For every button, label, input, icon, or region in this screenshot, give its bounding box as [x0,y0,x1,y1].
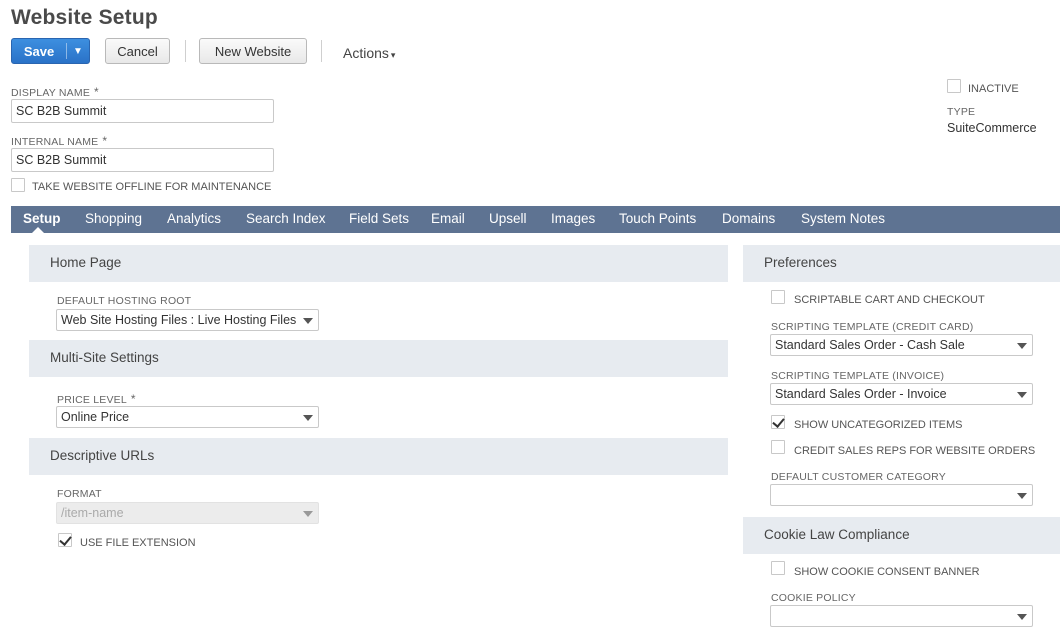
format-select: /item-name [56,502,319,524]
show-uncategorized-label: SHOW UNCATEGORIZED ITEMS [794,419,963,431]
save-dropdown-icon[interactable]: ▼ [67,46,89,57]
tab-field-sets[interactable]: Field Sets [349,211,409,226]
credit-sales-reps-label: CREDIT SALES REPS FOR WEBSITE ORDERS [794,445,1036,457]
use-file-extension-checkbox[interactable] [58,533,72,547]
toolbar-divider [321,40,322,62]
template-cc-select[interactable]: Standard Sales Order - Cash Sale [770,334,1033,356]
section-cookie-law[interactable]: Cookie Law Compliance [743,517,1060,554]
show-cookie-banner-checkbox[interactable] [771,561,785,575]
toolbar-divider [185,40,186,62]
dropdown-arrow-icon [303,511,313,517]
tab-touch-points[interactable]: Touch Points [619,211,696,226]
price-level-select[interactable]: Online Price [56,406,319,428]
tab-search-index[interactable]: Search Index [246,211,326,226]
dropdown-arrow-icon[interactable] [1017,493,1027,499]
caret-down-icon[interactable]: ▾ [391,50,396,60]
section-multi-site[interactable]: Multi-Site Settings [29,340,728,377]
scriptable-cart-checkbox[interactable] [771,290,785,304]
template-inv-label: SCRIPTING TEMPLATE (INVOICE) [771,370,945,382]
type-label: TYPE [947,106,976,118]
page-title: Website Setup [11,6,158,29]
tab-analytics[interactable]: Analytics [167,211,221,226]
template-inv-value: Standard Sales Order - Invoice [775,387,947,401]
show-cookie-banner-label: SHOW COOKIE CONSENT BANNER [794,566,980,578]
inactive-checkbox[interactable] [947,79,961,93]
price-level-label: PRICE LEVEL * [57,392,136,406]
actions-label[interactable]: Actions [343,45,389,61]
section-descriptive-urls[interactable]: Descriptive URLs [29,438,728,475]
display-name-label: DISPLAY NAME * [11,85,99,99]
cancel-button[interactable]: Cancel [105,38,170,64]
internal-name-label: INTERNAL NAME * [11,134,108,148]
credit-sales-reps-checkbox[interactable] [771,440,785,454]
hosting-root-select[interactable]: Web Site Hosting Files : Live Hosting Fi… [56,309,319,331]
tab-upsell[interactable]: Upsell [489,211,527,226]
offline-label: TAKE WEBSITE OFFLINE FOR MAINTENANCE [32,181,272,193]
hosting-root-value: Web Site Hosting Files : Live Hosting Fi… [61,313,297,327]
tab-setup[interactable]: Setup [23,211,61,226]
default-customer-category-select[interactable] [770,484,1033,506]
use-file-extension-label: USE FILE EXTENSION [80,537,196,549]
dropdown-arrow-icon[interactable] [1017,614,1027,620]
scriptable-cart-label: SCRIPTABLE CART AND CHECKOUT [794,294,985,306]
inactive-label: INACTIVE [968,83,1019,95]
section-home-page[interactable]: Home Page [29,245,728,282]
format-label: FORMAT [57,488,102,500]
tab-email[interactable]: Email [431,211,465,226]
subtab-bar: Setup Shopping Analytics Search Index Fi… [11,206,1060,233]
dropdown-arrow-icon[interactable] [303,318,313,324]
new-website-button[interactable]: New Website [199,38,307,64]
tab-system-notes[interactable]: System Notes [801,211,885,226]
template-inv-select[interactable]: Standard Sales Order - Invoice [770,383,1033,405]
default-customer-category-label: DEFAULT CUSTOMER CATEGORY [771,471,946,483]
internal-name-input[interactable]: SC B2B Summit [11,148,274,172]
actions-menu[interactable]: Actions ▾ [343,45,395,61]
dropdown-arrow-icon[interactable] [1017,392,1027,398]
hosting-root-label: DEFAULT HOSTING ROOT [57,295,192,307]
format-value: /item-name [61,506,124,520]
required-marker: * [94,85,99,99]
display-name-input[interactable]: SC B2B Summit [11,99,274,123]
save-button[interactable]: Save ▼ [11,38,90,64]
offline-checkbox[interactable] [11,178,25,192]
tab-images[interactable]: Images [551,211,595,226]
section-preferences[interactable]: Preferences [743,245,1060,282]
save-button-label[interactable]: Save [12,44,66,59]
cookie-policy-label: COOKIE POLICY [771,592,856,604]
type-value: SuiteCommerce [947,121,1037,135]
dropdown-arrow-icon[interactable] [1017,343,1027,349]
price-level-value: Online Price [61,410,130,424]
cookie-policy-select[interactable] [770,605,1033,627]
tab-domains[interactable]: Domains [722,211,775,226]
required-marker: * [130,392,136,406]
tab-shopping[interactable]: Shopping [85,211,142,226]
show-uncategorized-checkbox[interactable] [771,415,785,429]
required-marker: * [102,134,108,148]
dropdown-arrow-icon[interactable] [303,415,313,421]
active-tab-pointer [32,227,44,233]
template-cc-value: Standard Sales Order - Cash Sale [775,338,965,352]
template-cc-label: SCRIPTING TEMPLATE (CREDIT CARD) [771,321,974,333]
